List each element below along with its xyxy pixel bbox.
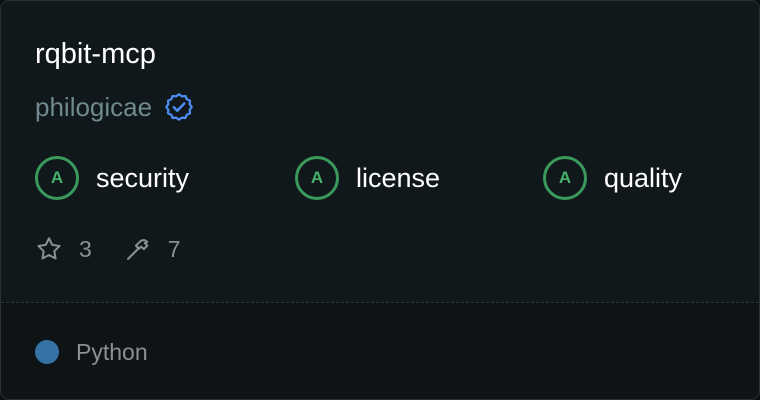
star-icon (35, 235, 63, 263)
repo-name[interactable]: rqbit-mcp (35, 34, 156, 74)
score-badges: A security A license A quality (1, 153, 759, 203)
score-security[interactable]: A security (35, 153, 189, 203)
verified-badge-icon (164, 92, 194, 122)
score-label-security: security (96, 162, 190, 193)
score-quality[interactable]: A quality (543, 153, 682, 203)
score-label-quality: quality (604, 162, 683, 193)
language-name: Python (76, 338, 148, 365)
grade-badge-quality: A (543, 156, 587, 200)
score-license[interactable]: A license (295, 153, 440, 203)
owner-name[interactable]: philogicae (35, 87, 152, 127)
language-color-dot (35, 340, 59, 364)
card-footer: Python (1, 303, 759, 399)
repo-stats: 3 7 (35, 231, 181, 267)
repo-card[interactable]: rqbit-mcp philogicae A security A licens… (0, 0, 760, 400)
score-label-license: license (356, 162, 441, 193)
hammer-icon (124, 235, 152, 263)
tools-count: 7 (167, 235, 181, 262)
star-count: 3 (79, 235, 92, 262)
card-body: rqbit-mcp philogicae A security A licens… (1, 1, 759, 302)
language-row: Python (35, 337, 148, 367)
grade-badge-license: A (295, 156, 339, 200)
grade-badge-security: A (35, 156, 79, 200)
owner-row: philogicae (35, 87, 194, 127)
